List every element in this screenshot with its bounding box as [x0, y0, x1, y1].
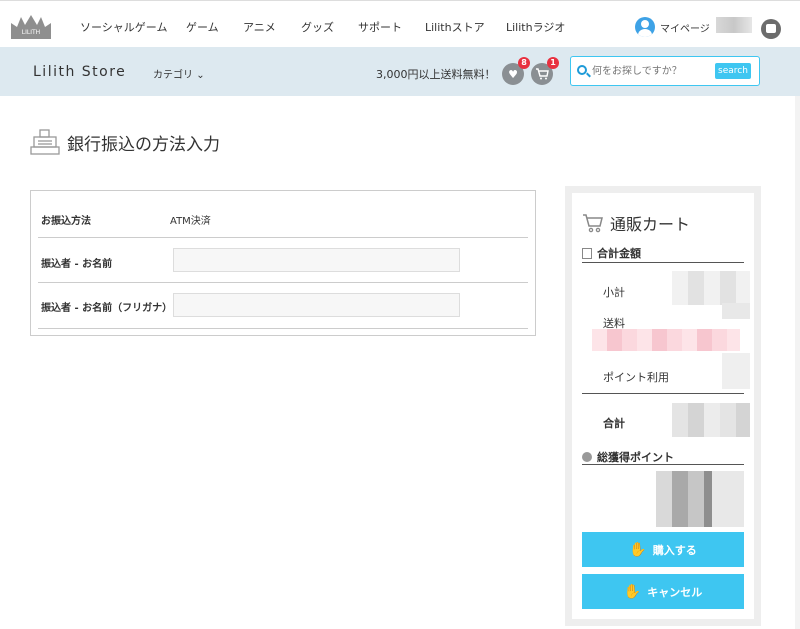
store-bar: Lilith Store カテゴリ ⌄ 3,000円以上送料無料！ ♥ 8 1 … — [0, 47, 800, 96]
kana-label: 振込者 - お名前（フリガナ） — [41, 303, 173, 314]
hand-coin-icon: ✋ — [623, 583, 642, 599]
total-redacted — [672, 403, 750, 437]
nav-anime[interactable]: アニメ — [243, 19, 276, 35]
points-used-label: ポイント利用 — [603, 371, 669, 384]
page-title: 銀行振込の方法入力 — [30, 128, 220, 156]
cart-badge: 1 — [547, 57, 559, 69]
subtotal-label: 小計 — [603, 286, 625, 299]
chevron-down-icon: ⌄ — [196, 70, 205, 81]
free-shipping-text: 3,000円以上送料無料！ — [376, 68, 496, 81]
cart-sidebar: 通販カート 合計金額 小計 送料 ポイント利用 合計 総獲得ポイント ✋ 購入す… — [565, 186, 761, 626]
lilith-logo[interactable]: LILITH — [9, 13, 53, 39]
wishlist-badge: 8 — [518, 57, 530, 69]
divider — [582, 262, 744, 263]
shopping-cart-icon — [583, 214, 603, 233]
form-row-method: お振込方法 ATM決済 — [38, 191, 528, 238]
nav-lilith-radio[interactable]: Lilithラジオ — [506, 19, 565, 35]
search-box: search — [570, 56, 760, 86]
method-label: お振込方法 — [41, 216, 91, 227]
points-redacted — [722, 353, 750, 389]
cart-button[interactable]: 1 — [531, 57, 559, 85]
divider — [582, 393, 744, 394]
bank-transfer-form: お振込方法 ATM決済 振込者 - お名前 振込者 - お名前（フリガナ） — [30, 190, 536, 336]
shipping-redacted — [722, 303, 750, 319]
cart-panel: 通販カート 合計金額 小計 送料 ポイント利用 合計 総獲得ポイント ✋ 購入す… — [572, 193, 754, 619]
mypage-link[interactable]: マイページ — [635, 17, 710, 37]
page-heading: 銀行振込の方法入力 — [67, 134, 220, 155]
name-input[interactable] — [173, 248, 460, 272]
mypage-label: マイページ — [660, 23, 710, 35]
coin-icon — [582, 452, 592, 462]
total-label: 合計 — [603, 417, 625, 430]
cart-icon — [536, 68, 549, 80]
nav-lilith-store[interactable]: Lilithストア — [425, 19, 485, 35]
hand-coin-icon: ✋ — [629, 541, 647, 557]
search-button[interactable]: search — [715, 63, 751, 79]
kana-input[interactable] — [173, 293, 460, 317]
cart-title: 通販カート — [610, 215, 691, 234]
avatar-icon — [635, 17, 655, 37]
heart-icon: ♥ — [508, 67, 518, 81]
nav-social-game[interactable]: ソーシャルゲーム — [80, 19, 167, 35]
receipt-icon — [582, 247, 592, 259]
cancel-button[interactable]: ✋ キャンセル — [582, 574, 744, 609]
chat-icon[interactable] — [761, 19, 781, 39]
username-redacted — [716, 17, 752, 33]
search-input[interactable] — [592, 63, 710, 79]
earned-points-header: 総獲得ポイント — [582, 449, 674, 465]
search-icon — [577, 65, 587, 75]
subtotal-redacted — [672, 271, 750, 305]
cart-header: 通販カート — [582, 211, 690, 235]
method-value: ATM決済 — [170, 216, 211, 227]
total-section-header: 合計金額 — [582, 245, 641, 261]
nav-game[interactable]: ゲーム — [186, 19, 219, 35]
svg-text:LILITH: LILITH — [22, 29, 40, 36]
discount-redacted — [592, 329, 740, 351]
cash-register-icon — [30, 129, 60, 155]
divider — [582, 464, 744, 465]
top-navigation: LILITH ソーシャルゲーム ゲーム アニメ グッズ サポート Lilithス… — [0, 0, 800, 47]
purchase-button[interactable]: ✋ 購入する — [582, 532, 744, 567]
nav-goods[interactable]: グッズ — [301, 19, 334, 35]
form-row-kana: 振込者 - お名前（フリガナ） — [38, 283, 528, 329]
store-name[interactable]: Lilith Store — [33, 64, 126, 80]
form-row-name: 振込者 - お名前 — [38, 238, 528, 283]
name-label: 振込者 - お名前 — [41, 259, 113, 270]
nav-support[interactable]: サポート — [358, 19, 402, 35]
category-dropdown[interactable]: カテゴリ ⌄ — [153, 66, 205, 81]
scrollbar[interactable] — [795, 96, 800, 629]
wishlist-button[interactable]: ♥ 8 — [502, 57, 530, 85]
earned-points-redacted — [656, 471, 744, 527]
